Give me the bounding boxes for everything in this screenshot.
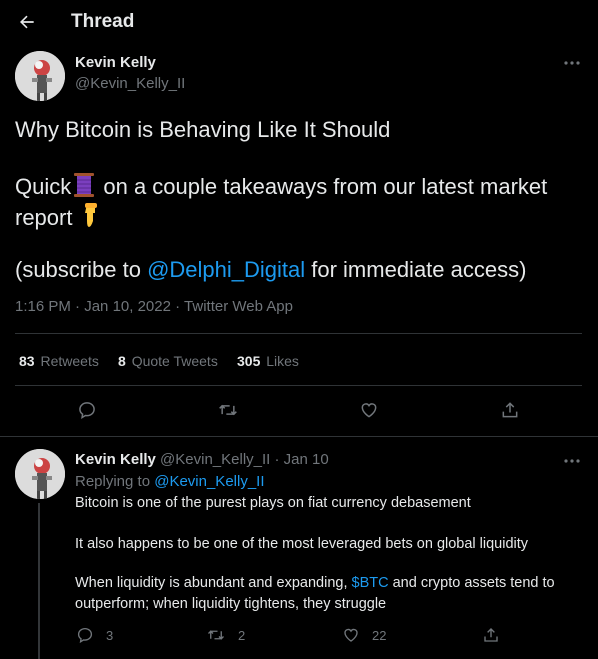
like-button[interactable]: 22 xyxy=(342,626,386,644)
tweet-text-fragment: (subscribe to xyxy=(15,257,148,282)
back-arrow-icon xyxy=(20,15,34,29)
reply-icon xyxy=(79,402,95,419)
share-button[interactable] xyxy=(497,397,523,423)
tweet-time: 1:16 PM xyxy=(15,298,71,315)
tweet-source-link[interactable]: Twitter Web App xyxy=(184,298,293,315)
divider xyxy=(15,385,582,386)
share-icon xyxy=(502,402,518,418)
more-icon xyxy=(564,459,580,463)
tweet-timestamp-link[interactable]: 1:16 PM · Jan 10, 2022 xyxy=(15,298,171,315)
avatar[interactable] xyxy=(15,449,65,499)
mention-link[interactable]: @Delphi_Digital xyxy=(147,257,305,282)
retweet-count: 2 xyxy=(238,627,246,643)
tweet-text-fragment: Quick xyxy=(15,174,72,199)
reply-author-handle[interactable]: @Kevin_Kelly_II xyxy=(160,451,270,468)
reply-author-name[interactable]: Kevin Kelly xyxy=(75,451,156,468)
quotes-count: 8 xyxy=(118,353,126,369)
reply-text-fragment: When liquidity is abundant and expanding… xyxy=(75,575,352,591)
quote-tweets-stat[interactable]: 8 Quote Tweets xyxy=(118,353,218,369)
page-title: Thread xyxy=(71,11,135,32)
avatar-image xyxy=(15,449,65,499)
retweet-icon xyxy=(208,630,224,640)
likes-count: 305 xyxy=(237,353,261,369)
reply-count: 3 xyxy=(106,627,114,643)
like-button[interactable] xyxy=(356,397,382,423)
meta-separator: · xyxy=(170,298,185,315)
reply-text-fragment: and crypto assets tend to xyxy=(388,575,555,591)
likes-stat[interactable]: 305 Likes xyxy=(237,353,299,369)
more-icon xyxy=(564,61,580,65)
divider xyxy=(15,333,582,334)
reply-text-line: outperform; when liquidity tightens, the… xyxy=(75,596,387,612)
replying-to-mention[interactable]: @Kevin_Kelly_II xyxy=(154,473,264,490)
like-icon xyxy=(361,403,377,418)
tweet-text-line: Quick on a couple takeaways from our lat… xyxy=(15,172,547,204)
likes-label: Likes xyxy=(266,353,299,369)
reply-icon xyxy=(77,627,93,644)
like-icon xyxy=(344,628,358,642)
reply-button[interactable]: 3 xyxy=(76,626,113,644)
retweets-count: 83 xyxy=(19,353,35,369)
more-options-button[interactable] xyxy=(560,451,584,471)
top-bar: Thread xyxy=(0,0,598,44)
author-handle[interactable]: @Kevin_Kelly_II xyxy=(75,75,185,92)
tweet-meta: 1:16 PM · Jan 10, 2022 · Twitter Web App xyxy=(15,298,293,315)
reply-header: Kevin Kelly @Kevin_Kelly_II · Jan 10 xyxy=(75,451,329,468)
reply-text-line: Bitcoin is one of the purest plays on fi… xyxy=(75,495,471,511)
avatar-image xyxy=(15,51,65,101)
tweet-text-fragment: on a couple takeaways from our latest ma… xyxy=(103,174,548,199)
share-button[interactable] xyxy=(482,626,500,644)
meta-separator: · xyxy=(70,298,85,315)
share-icon xyxy=(484,628,498,642)
retweet-button[interactable]: 2 xyxy=(206,626,245,644)
retweet-icon xyxy=(219,404,237,416)
retweets-label: Retweets xyxy=(40,353,99,369)
tweet-text-line: report xyxy=(15,201,103,235)
replying-to-label: Replying to xyxy=(75,473,155,490)
divider xyxy=(0,436,598,437)
cashtag-link[interactable]: $BTC xyxy=(352,575,389,591)
tweet-text-line: Why Bitcoin is Behaving Like It Should xyxy=(15,117,391,142)
avatar[interactable] xyxy=(15,51,65,101)
back-button[interactable] xyxy=(14,9,40,35)
quotes-label: Quote Tweets xyxy=(131,353,218,369)
pointing-down-emoji-icon xyxy=(79,201,103,235)
reply-button[interactable] xyxy=(74,397,100,423)
replying-to: Replying to @Kevin_Kelly_II xyxy=(75,473,265,490)
tweet-text-line: (subscribe to @Delphi_Digital for immedi… xyxy=(15,257,526,283)
retweets-stat[interactable]: 83 Retweets xyxy=(19,353,99,369)
thread-emoji-icon xyxy=(71,172,97,204)
more-options-button[interactable] xyxy=(560,53,584,73)
tweet-text-fragment: for immediate access) xyxy=(305,257,527,282)
reply-text-line: It also happens to be one of the most le… xyxy=(75,536,529,552)
reply-date[interactable]: Jan 10 xyxy=(284,451,329,468)
meta-separator: · xyxy=(270,451,284,468)
author-name[interactable]: Kevin Kelly xyxy=(75,54,156,71)
reply-text-line: When liquidity is abundant and expanding… xyxy=(75,575,555,591)
like-count: 22 xyxy=(372,627,387,643)
thread-connector-line xyxy=(38,503,40,659)
retweet-button[interactable] xyxy=(215,397,241,423)
tweet-date: Jan 10, 2022 xyxy=(84,298,171,315)
tweet-text-fragment: report xyxy=(15,205,73,230)
